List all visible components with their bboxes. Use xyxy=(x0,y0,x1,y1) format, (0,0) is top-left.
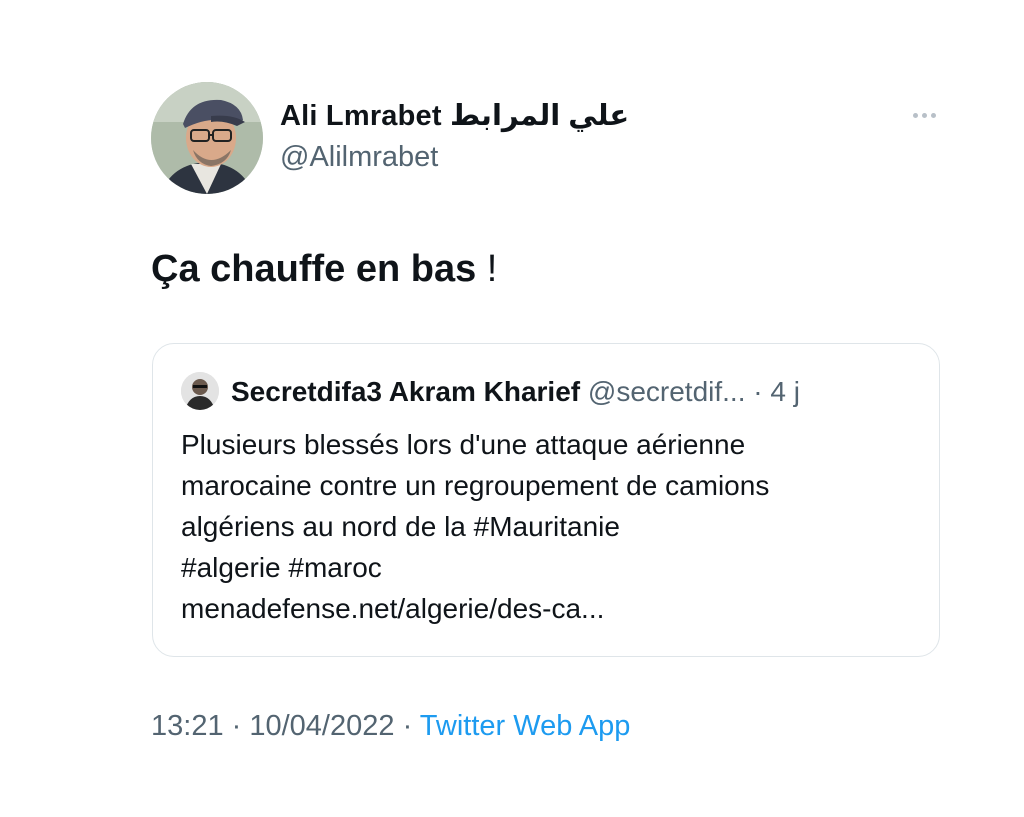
quoted-author-handle[interactable]: @secretdif... xyxy=(588,376,746,407)
quoted-text-line: menadefense.net/algerie/des-ca... xyxy=(181,593,605,624)
quoted-text-line: algériens au nord de la #Mauritanie xyxy=(181,511,620,542)
tweet-meta: 13:21 · 10/04/2022 · Twitter Web App xyxy=(151,710,630,743)
author-handle[interactable]: @Alilmrabet xyxy=(280,141,438,174)
quoted-tweet-header: Secretdifa3 Akram Kharief @secretdif... … xyxy=(231,376,800,408)
tweet-date[interactable]: 10/04/2022 xyxy=(249,710,394,742)
dot xyxy=(912,112,918,118)
quoted-text-line: #algerie #maroc xyxy=(181,552,382,583)
dot xyxy=(930,112,936,118)
dot xyxy=(921,112,927,118)
tweet-source-link[interactable]: Twitter Web App xyxy=(420,710,631,742)
separator: · xyxy=(745,376,771,407)
quoted-author-name[interactable]: Secretdifa3 Akram Kharief xyxy=(231,376,580,407)
tweet-time[interactable]: 13:21 xyxy=(151,710,224,742)
more-icon[interactable] xyxy=(904,100,944,130)
tweet-text-end: ! xyxy=(476,248,498,290)
tweet: Ali Lmrabet علي المرابط @Alilmrabet Ça c… xyxy=(0,0,1024,817)
quoted-text-line: marocaine contre un regroupement de cami… xyxy=(181,470,770,501)
quoted-tweet-card[interactable]: Secretdifa3 Akram Kharief @secretdif... … xyxy=(152,343,940,657)
author-display-name[interactable]: Ali Lmrabet علي المرابط xyxy=(280,98,629,133)
author-avatar[interactable] xyxy=(151,82,263,194)
quoted-tweet-text: Plusieurs blessés lors d'une attaque aér… xyxy=(181,424,769,629)
tweet-text: Ça chauffe en bas ! xyxy=(151,248,497,291)
tweet-text-main: Ça chauffe en bas xyxy=(151,248,477,290)
quoted-tweet-time[interactable]: 4 j xyxy=(770,376,800,407)
quoted-author-avatar[interactable] xyxy=(181,372,219,410)
separator: · xyxy=(394,710,420,742)
quoted-text-line: Plusieurs blessés lors d'une attaque aér… xyxy=(181,429,746,460)
separator: · xyxy=(223,710,250,742)
